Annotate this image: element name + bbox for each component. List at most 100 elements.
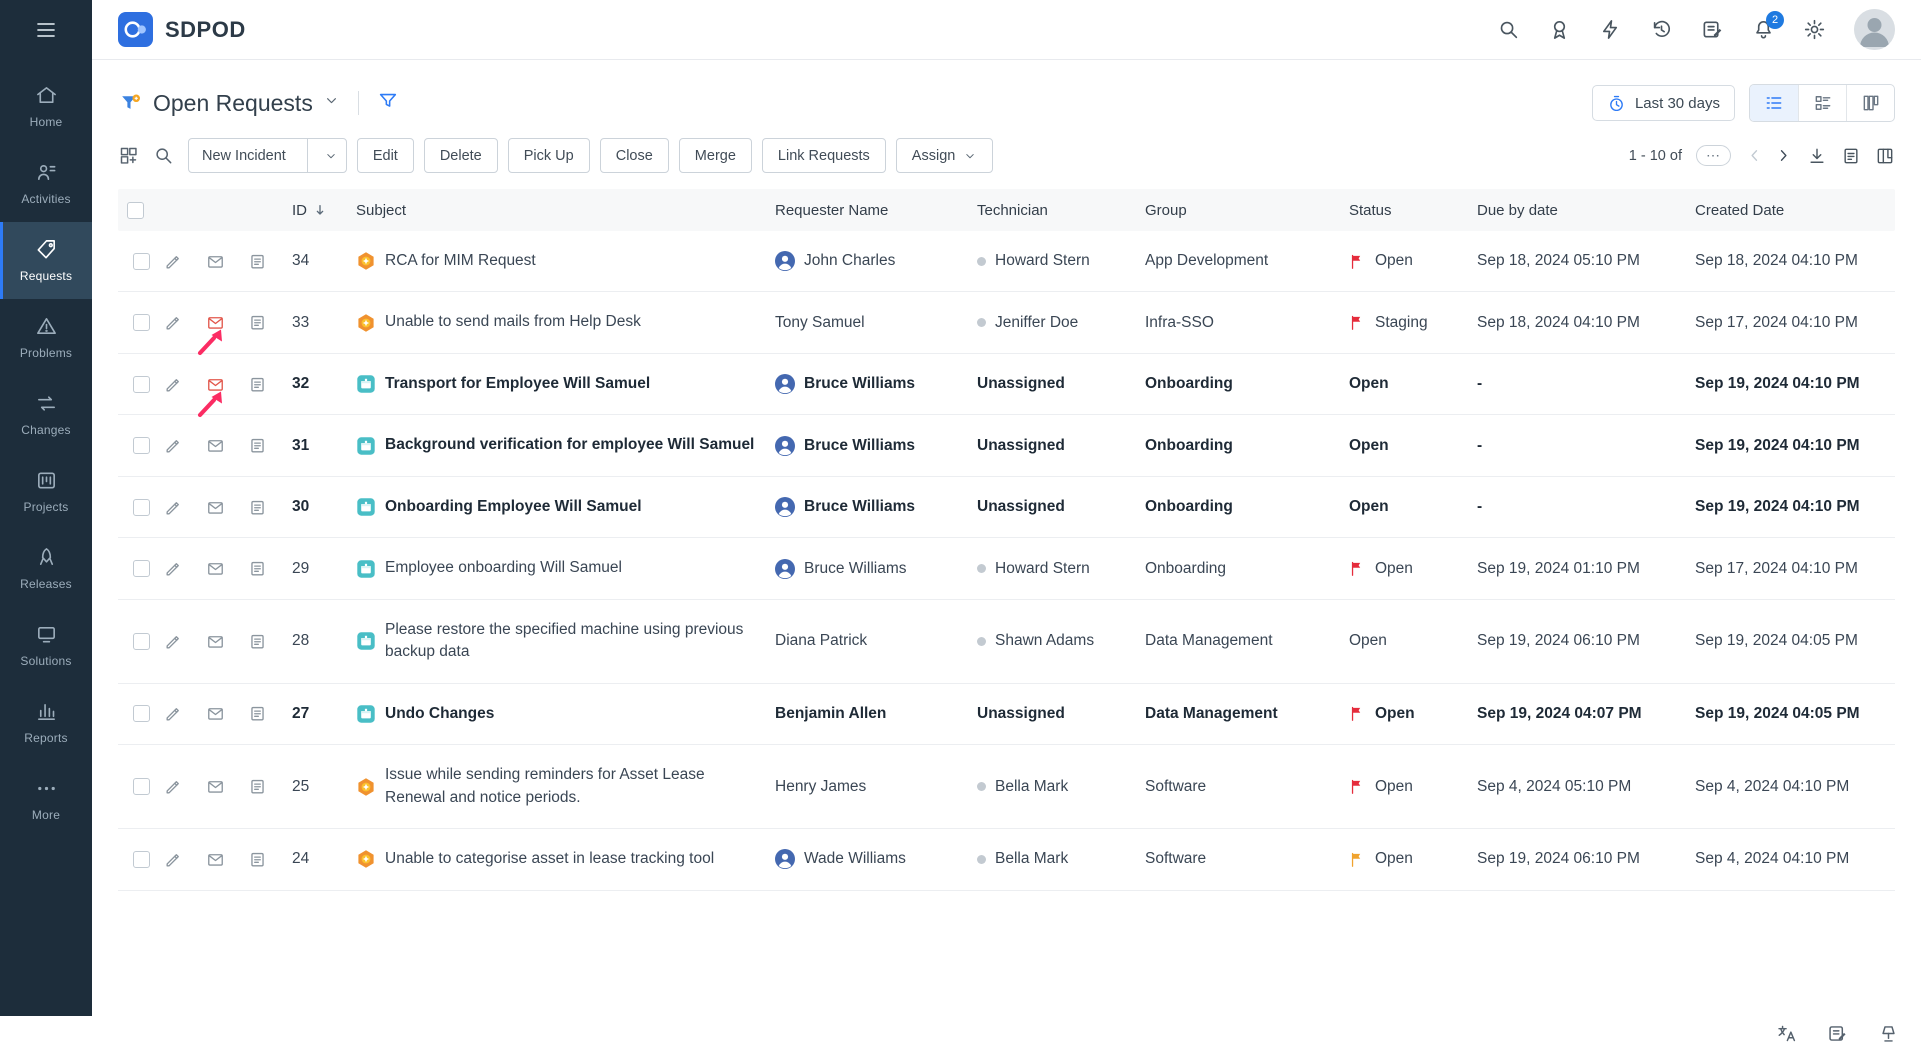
- notes-icon[interactable]: [248, 436, 267, 455]
- column-header-subject[interactable]: Subject: [356, 202, 775, 219]
- sidebar-item-solutions[interactable]: Solutions: [0, 607, 92, 684]
- mail-icon[interactable]: [206, 313, 225, 332]
- next-page-button[interactable]: [1774, 146, 1793, 165]
- request-subject[interactable]: Background verification for employee Wil…: [385, 434, 754, 456]
- edit-pencil-icon[interactable]: [164, 498, 183, 517]
- request-id[interactable]: 34: [292, 233, 356, 289]
- column-header-requester-name[interactable]: Requester Name: [775, 202, 977, 219]
- request-subject[interactable]: Employee onboarding Will Samuel: [385, 557, 622, 579]
- table-row[interactable]: 33Unable to send mails from Help DeskTon…: [118, 292, 1895, 353]
- notes-icon[interactable]: [248, 777, 267, 796]
- close-button[interactable]: Close: [600, 138, 669, 173]
- assign-button[interactable]: Assign: [896, 138, 994, 173]
- delete-button[interactable]: Delete: [424, 138, 498, 173]
- request-subject[interactable]: Unable to categorise asset in lease trac…: [385, 848, 714, 870]
- column-header-technician[interactable]: Technician: [977, 202, 1145, 219]
- edit-pencil-icon[interactable]: [164, 704, 183, 723]
- pagination-options-button[interactable]: ⋯: [1696, 145, 1731, 166]
- request-id[interactable]: 30: [292, 479, 356, 535]
- table-row[interactable]: 28Please restore the specified machine u…: [118, 600, 1895, 684]
- mail-icon[interactable]: [206, 559, 225, 578]
- request-subject[interactable]: Issue while sending reminders for Asset …: [385, 764, 761, 809]
- table-row[interactable]: 25 Issue while sending reminders for Asse…: [118, 745, 1895, 829]
- sidebar-item-projects[interactable]: Projects: [0, 453, 92, 530]
- sort-descending-icon[interactable]: [312, 202, 328, 218]
- notes-icon[interactable]: [248, 498, 267, 517]
- request-subject[interactable]: Unable to send mails from Help Desk: [385, 311, 641, 333]
- sidebar-item-reports[interactable]: Reports: [0, 684, 92, 761]
- row-checkbox[interactable]: [133, 560, 150, 577]
- request-id[interactable]: 27: [292, 686, 356, 742]
- column-header-id[interactable]: ID: [292, 202, 356, 219]
- view-selector-caret[interactable]: [323, 92, 340, 114]
- table-row[interactable]: 29Employee onboarding Will SamuelBruce W…: [118, 538, 1895, 599]
- row-checkbox[interactable]: [133, 376, 150, 393]
- link-requests-button[interactable]: Link Requests: [762, 138, 886, 173]
- sidebar-item-changes[interactable]: Changes: [0, 376, 92, 453]
- user-avatar[interactable]: [1854, 9, 1895, 50]
- pick-up-button[interactable]: Pick Up: [508, 138, 590, 173]
- app-logo-icon[interactable]: [118, 12, 153, 47]
- sidebar-item-activities[interactable]: Activities: [0, 145, 92, 222]
- column-view-button[interactable]: [1846, 85, 1894, 121]
- row-checkbox[interactable]: [133, 705, 150, 722]
- hamburger-menu-button[interactable]: [0, 0, 92, 60]
- mail-icon[interactable]: [206, 252, 225, 271]
- edit-pencil-icon[interactable]: [164, 252, 183, 271]
- request-id[interactable]: 25: [292, 759, 356, 815]
- row-checkbox[interactable]: [133, 633, 150, 650]
- translate-icon[interactable]: [1776, 1023, 1797, 1044]
- request-id[interactable]: 31: [292, 418, 356, 474]
- notes-icon[interactable]: [248, 632, 267, 651]
- request-subject[interactable]: Onboarding Employee Will Samuel: [385, 496, 642, 518]
- history-icon[interactable]: [1650, 18, 1673, 41]
- zap-icon[interactable]: [1599, 18, 1622, 41]
- request-subject[interactable]: Please restore the specified machine usi…: [385, 619, 761, 664]
- new-incident-button[interactable]: New Incident: [188, 138, 347, 173]
- award-icon[interactable]: [1548, 18, 1571, 41]
- gear-icon[interactable]: [1803, 18, 1826, 41]
- detail-view-button[interactable]: [1798, 85, 1846, 121]
- edit-pencil-icon[interactable]: [164, 436, 183, 455]
- prev-page-button[interactable]: [1745, 146, 1764, 165]
- search-icon[interactable]: [1497, 18, 1520, 41]
- edit-pencil-icon[interactable]: [164, 559, 183, 578]
- mail-icon[interactable]: [206, 632, 225, 651]
- column-chooser-icon[interactable]: [1875, 146, 1895, 166]
- column-header-group[interactable]: Group: [1145, 202, 1349, 219]
- edit-pencil-icon[interactable]: [164, 850, 183, 869]
- time-filter-button[interactable]: Last 30 days: [1592, 85, 1735, 121]
- list-view-button[interactable]: [1750, 85, 1798, 121]
- column-header-due-by-date[interactable]: Due by date: [1477, 202, 1695, 219]
- edit-pencil-icon[interactable]: [164, 313, 183, 332]
- row-checkbox[interactable]: [133, 778, 150, 795]
- notes-icon[interactable]: [248, 252, 267, 271]
- edit-pencil-icon[interactable]: [164, 375, 183, 394]
- notes-icon[interactable]: [248, 375, 267, 394]
- filter-icon[interactable]: [377, 90, 399, 117]
- edit-pencil-icon[interactable]: [164, 777, 183, 796]
- mail-icon[interactable]: [206, 498, 225, 517]
- export-download-icon[interactable]: [1807, 146, 1827, 166]
- row-checkbox[interactable]: [133, 314, 150, 331]
- mail-icon[interactable]: [206, 850, 225, 869]
- search-list-icon[interactable]: [153, 145, 174, 166]
- mail-icon[interactable]: [206, 436, 225, 455]
- feedback-icon[interactable]: [1827, 1023, 1848, 1044]
- sidebar-item-home[interactable]: Home: [0, 68, 92, 145]
- edit-button[interactable]: Edit: [357, 138, 414, 173]
- new-incident-caret[interactable]: [316, 139, 346, 172]
- notes-icon[interactable]: [248, 850, 267, 869]
- request-subject[interactable]: Transport for Employee Will Samuel: [385, 373, 650, 395]
- request-id[interactable]: 33: [292, 295, 356, 351]
- row-checkbox[interactable]: [133, 851, 150, 868]
- table-row[interactable]: 34RCA for MIM RequestJohn CharlesHoward …: [118, 231, 1895, 292]
- table-row[interactable]: 31 Background verification for employee W…: [118, 415, 1895, 476]
- notes-icon[interactable]: [248, 704, 267, 723]
- sidebar-item-releases[interactable]: Releases: [0, 530, 92, 607]
- request-id[interactable]: 24: [292, 831, 356, 887]
- row-checkbox[interactable]: [133, 437, 150, 454]
- card-grid-icon[interactable]: [118, 145, 139, 166]
- notes-icon[interactable]: [248, 559, 267, 578]
- table-row[interactable]: 32Transport for Employee Will SamuelBruc…: [118, 354, 1895, 415]
